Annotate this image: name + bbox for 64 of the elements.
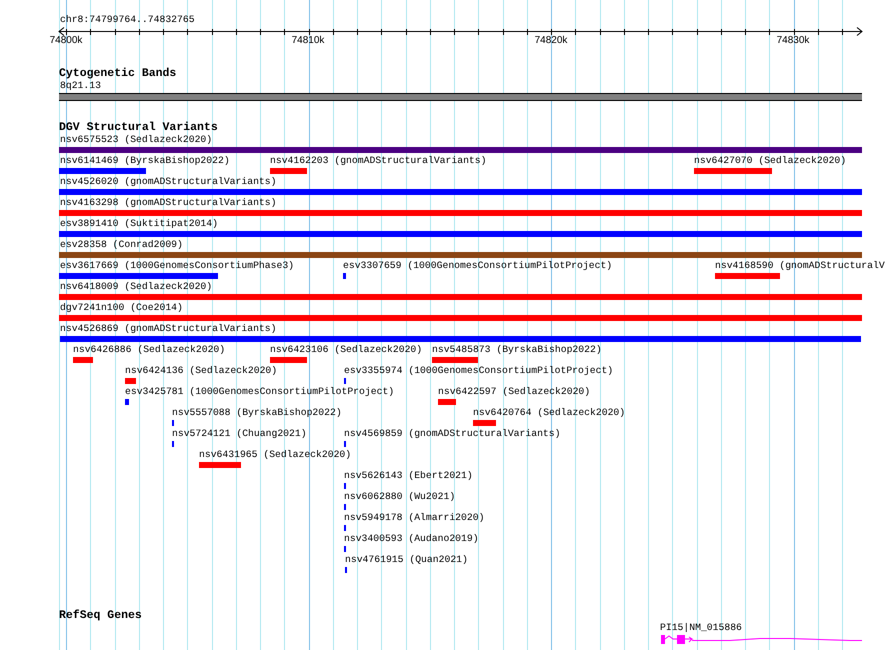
track-title: DGV Structural Variants — [59, 121, 218, 134]
tick-label: 74830k — [776, 35, 810, 46]
variant-bar[interactable] — [199, 462, 241, 468]
tick-label: 74820k — [534, 35, 568, 46]
variant-label: nsv6422597 (Sedlazeck2020) — [438, 386, 590, 397]
variant-label: esv3891410 (Suktitipat2014) — [60, 218, 218, 229]
variant-label: nsv6141469 (ByrskaBishop2022) — [60, 155, 230, 166]
variant-label: nsv5949178 (Almarri2020) — [344, 512, 484, 523]
variant-bar[interactable] — [432, 357, 478, 363]
variant-label: nsv6062880 (Wu2021) — [344, 491, 456, 502]
variant-bar[interactable] — [473, 420, 496, 426]
variant-bar[interactable] — [59, 210, 862, 216]
variant-label: nsv6418009 (Sedlazeck2020) — [60, 281, 212, 292]
variant-bar[interactable] — [125, 378, 136, 384]
variant-bar[interactable] — [59, 273, 218, 279]
variant-bar[interactable] — [715, 273, 780, 279]
variant-label: nsv4168590 (gnomADStructuralV — [715, 260, 885, 271]
band-label: 8q21.13 — [60, 80, 101, 91]
variant-label: nsv6420764 (Sedlazeck2020) — [473, 407, 626, 418]
variant-bar[interactable] — [694, 168, 772, 174]
variant-label: nsv6423106 (Sedlazeck2020) — [270, 344, 422, 355]
variant-label: nsv5626143 (Ebert2021) — [344, 470, 473, 481]
variant-label: esv3425781 (1000GenomesConsortiumPilotProject) — [125, 386, 394, 397]
variant-bar[interactable] — [59, 315, 862, 321]
variant-bar[interactable] — [59, 294, 862, 300]
gene-model-drawing[interactable] — [661, 635, 862, 644]
variant-bar[interactable] — [438, 399, 456, 405]
variant-label: nsv4526020 (gnomADStructuralVariants) — [60, 176, 276, 187]
variant-label: nsv5485873 (ByrskaBishop2022) — [432, 344, 602, 355]
variant-bar[interactable] — [59, 231, 862, 237]
track-title: Cytogenetic Bands — [59, 67, 176, 80]
variant-label: esv28358 (Conrad2009) — [60, 239, 183, 250]
track-title: RefSeq Genes — [59, 609, 142, 622]
variant-bar[interactable] — [270, 357, 307, 363]
tick-label: 74800k — [50, 35, 82, 46]
variant-label: esv3617669 (1000GenomesConsortiumPhase3) — [60, 260, 294, 271]
variant-label: nsv6431965 (Sedlazeck2020) — [199, 449, 352, 460]
variant-label: nsv4526869 (gnomADStructuralVariants) — [60, 323, 276, 334]
variant-label: nsv6427070 (Sedlazeck2020) — [694, 155, 846, 166]
variant-label: nsv6575523 (Sedlazeck2020) — [60, 134, 212, 145]
variant-label: nsv6426886 (Sedlazeck2020) — [73, 344, 226, 355]
variant-bar[interactable] — [59, 147, 862, 153]
variant-bar[interactable] — [59, 189, 862, 195]
variant-label: nsv4163298 (gnomADStructuralVariants) — [60, 197, 276, 208]
variant-label: esv3355974 (1000GenomesConsortiumPilotProject) — [344, 365, 614, 376]
tick-label: 74810k — [292, 35, 324, 46]
variant-bar[interactable] — [73, 357, 93, 363]
variant-bar[interactable] — [125, 399, 129, 405]
variant-label: nsv5724121 (Chuang2021) — [172, 428, 307, 439]
variant-bar[interactable] — [59, 168, 146, 174]
variant-label: nsv4162203 (gnomADStructuralVariants) — [270, 155, 486, 166]
variant-label: nsv4569859 (gnomADStructuralVariants) — [344, 428, 560, 439]
variant-label: nsv5557088 (ByrskaBishop2022) — [172, 407, 342, 418]
location-title: chr8:74799764..74832765 — [60, 14, 195, 25]
variant-label: nsv4761915 (Quan2021) — [345, 554, 468, 565]
variant-bar[interactable] — [270, 168, 307, 174]
variant-label: nsv3400593 (Audano2019) — [344, 533, 479, 544]
variant-label: nsv6424136 (Sedlazeck2020) — [125, 365, 278, 376]
variant-bar[interactable] — [343, 273, 346, 279]
gene-label: PI15|NM_015886 — [660, 622, 742, 633]
variant-bar[interactable] — [59, 252, 862, 258]
variant-bar[interactable] — [60, 336, 861, 342]
variant-label: esv3307659 (1000GenomesConsortiumPilotProject) — [343, 260, 612, 271]
variant-label: dgv7241n100 (Coe2014) — [60, 302, 183, 313]
